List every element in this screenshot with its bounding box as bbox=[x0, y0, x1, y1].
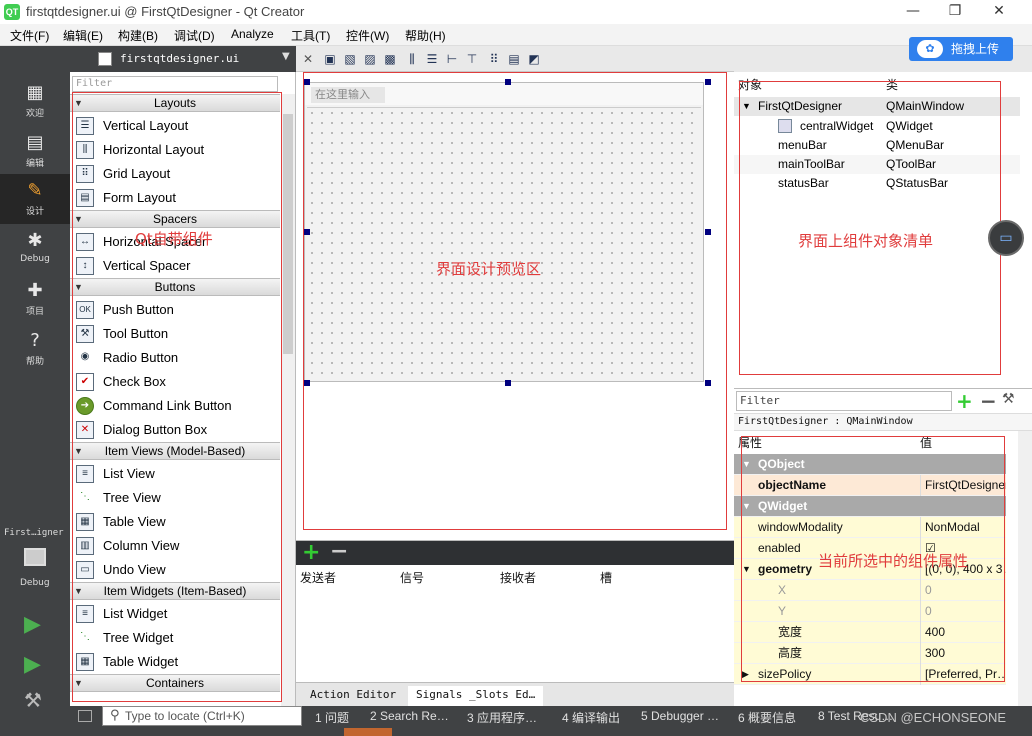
property-editor-scrollbar[interactable] bbox=[1018, 431, 1032, 707]
property-class-label: FirstQtDesigner : QMainWindow bbox=[734, 413, 1032, 431]
output-pane-debugger[interactable]: 5 Debugger … bbox=[641, 709, 719, 723]
kit-name: First…igner bbox=[4, 528, 64, 538]
annotation-properties: 当前所选中的组件属性 bbox=[818, 552, 969, 570]
minus-icon[interactable]: − bbox=[980, 389, 997, 413]
close-button[interactable]: ✕ bbox=[976, 0, 1022, 24]
watermark: CSDN @ECHONSEONE bbox=[860, 710, 1007, 725]
scrollbar-thumb[interactable] bbox=[283, 114, 293, 354]
widget-filter-input[interactable]: Filter bbox=[72, 76, 278, 92]
design-icon: ✎ bbox=[27, 180, 43, 201]
edit-widgets-icon[interactable]: ▣ bbox=[322, 51, 338, 67]
progress-indicator bbox=[344, 728, 392, 736]
output-pane-issues[interactable]: 1 问题 bbox=[315, 709, 349, 726]
plus-icon[interactable]: + bbox=[302, 541, 320, 565]
signals-table-header: 发送者 信号 接收者 槽 bbox=[296, 565, 734, 585]
annotation-box-objects bbox=[739, 81, 1001, 375]
minimize-button[interactable]: — bbox=[890, 0, 936, 24]
menu-file[interactable]: 文件(F) bbox=[10, 27, 49, 44]
menu-help[interactable]: 帮助(H) bbox=[405, 27, 446, 44]
menu-edit[interactable]: 编辑(E) bbox=[63, 27, 103, 44]
annotation-objects: 界面上组件对象清单 bbox=[798, 232, 934, 250]
window-title: firstqtdesigner.ui @ FirstQtDesigner - Q… bbox=[26, 4, 305, 19]
mode-sidebar: ▦ 欢迎 ▤ 编辑 ✎ 设计 ✱ Debug ✚ 项目 ? 帮助 First…i… bbox=[0, 46, 70, 736]
grid-icon: ▦ bbox=[26, 82, 44, 103]
run-icon[interactable]: ▶ bbox=[24, 612, 41, 637]
title-bar: QT firstqtdesigner.ui @ FirstQtDesigner … bbox=[0, 0, 1032, 24]
header-sender[interactable]: 发送者 bbox=[300, 569, 336, 586]
mode-debug[interactable]: ✱ Debug bbox=[0, 224, 70, 274]
annotation-widgets: Qt自带组件 bbox=[135, 230, 213, 248]
edit-tab-order-icon[interactable]: ▩ bbox=[382, 51, 398, 67]
widget-box-scrollbar[interactable] bbox=[281, 94, 295, 706]
header-signal[interactable]: 信号 bbox=[400, 569, 424, 586]
edit-buddies-icon[interactable]: ▨ bbox=[362, 51, 378, 67]
debug-run-icon[interactable]: ▶ bbox=[24, 652, 41, 677]
drag-upload-button[interactable]: ✿ 拖拽上传 bbox=[909, 37, 1013, 61]
mode-design[interactable]: ✎ 设计 bbox=[0, 174, 70, 224]
mode-edit[interactable]: ▤ 编辑 bbox=[0, 126, 70, 176]
layout-form-icon[interactable]: ▤ bbox=[506, 51, 522, 67]
annotation-preview: 界面设计预览区 bbox=[436, 260, 542, 278]
adjust-size-icon[interactable]: ◩ bbox=[526, 51, 542, 67]
floating-panel-icon[interactable]: ▭ bbox=[988, 220, 1024, 256]
monitor-icon[interactable] bbox=[24, 548, 46, 566]
chevron-down-icon[interactable]: ▼ bbox=[282, 51, 290, 62]
tab-signals-slots[interactable]: Signals _Slots Ed… bbox=[408, 686, 544, 706]
header-receiver[interactable]: 接收者 bbox=[500, 569, 536, 586]
annotation-box-widgets bbox=[72, 92, 282, 702]
qt-logo-icon: QT bbox=[4, 4, 20, 20]
form-toolbar: ✕ ▣ ▧ ▨ ▩ ⫼ ☰ ⊢ ⊤ ⠿ ▤ ◩ bbox=[296, 46, 734, 72]
annotation-box-preview bbox=[303, 72, 727, 530]
menu-build[interactable]: 构建(B) bbox=[118, 27, 158, 44]
mode-help[interactable]: ? 帮助 bbox=[0, 324, 70, 374]
layout-splitter-h-icon[interactable]: ⊢ bbox=[444, 51, 460, 67]
output-pane-compile[interactable]: 4 编译输出 bbox=[562, 709, 620, 726]
toggle-sidebar-icon[interactable] bbox=[78, 710, 92, 722]
output-pane-app[interactable]: 3 应用程序… bbox=[467, 709, 537, 726]
tab-action-editor[interactable]: Action Editor bbox=[302, 686, 404, 706]
wrench-icon: ✚ bbox=[27, 280, 43, 301]
menu-widgets[interactable]: 控件(W) bbox=[346, 27, 389, 44]
search-icon: ⚲ bbox=[110, 708, 120, 723]
signals-toolbar: + − bbox=[296, 541, 734, 565]
layout-grid-icon[interactable]: ⠿ bbox=[486, 51, 502, 67]
cloud-icon: ✿ bbox=[917, 40, 943, 58]
hammer-icon[interactable]: ⚒ bbox=[24, 688, 42, 712]
wrench-icon[interactable]: ⚒ bbox=[1002, 391, 1015, 407]
document-toolbar: firstqtdesigner.ui ▼ bbox=[70, 46, 296, 72]
mode-welcome[interactable]: ▦ 欢迎 bbox=[0, 76, 70, 126]
output-pane-search[interactable]: 2 Search Re… bbox=[370, 709, 449, 723]
property-filter-input[interactable]: Filter bbox=[736, 391, 952, 411]
edit-icon: ▤ bbox=[26, 132, 44, 153]
document-icon bbox=[98, 52, 112, 66]
plus-icon[interactable]: + bbox=[956, 389, 973, 413]
mode-projects[interactable]: ✚ 项目 bbox=[0, 274, 70, 324]
minus-icon[interactable]: − bbox=[330, 541, 348, 563]
layout-splitter-v-icon[interactable]: ⊤ bbox=[464, 51, 480, 67]
restore-button[interactable]: ❐ bbox=[932, 0, 978, 24]
menu-debug[interactable]: 调试(D) bbox=[174, 27, 215, 44]
document-name[interactable]: firstqtdesigner.ui bbox=[120, 52, 239, 65]
close-document-icon[interactable]: ✕ bbox=[300, 51, 316, 67]
layout-vertical-icon[interactable]: ☰ bbox=[424, 51, 440, 67]
bug-icon: ✱ bbox=[27, 230, 43, 251]
locator-input[interactable]: Type to locate (Ctrl+K) bbox=[102, 706, 302, 726]
menu-analyze[interactable]: Analyze bbox=[231, 27, 274, 41]
help-icon: ? bbox=[30, 330, 40, 351]
output-pane-summary[interactable]: 6 概要信息 bbox=[738, 709, 796, 726]
menu-tools[interactable]: 工具(T) bbox=[291, 27, 330, 44]
bottom-editor-tabs: Action Editor Signals _Slots Ed… bbox=[296, 682, 734, 706]
layout-horizontal-icon[interactable]: ⫼ bbox=[404, 51, 420, 67]
kit-build-label: Debug bbox=[20, 578, 50, 588]
edit-signals-icon[interactable]: ▧ bbox=[342, 51, 358, 67]
menu-bar: 文件(F) 编辑(E) 构建(B) 调试(D) Analyze 工具(T) 控件… bbox=[0, 24, 1032, 46]
header-slot[interactable]: 槽 bbox=[600, 569, 612, 586]
